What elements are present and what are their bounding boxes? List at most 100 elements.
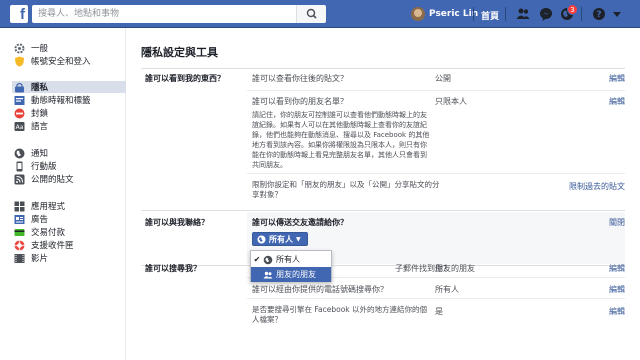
menu-item-label: 所有人 — [276, 255, 300, 264]
setting-question: 誰可以查看你往後的貼文？ — [252, 74, 348, 83]
shield-icon — [15, 56, 24, 66]
menu-item-friends-of-friends[interactable]: 朋友的朋友 — [251, 267, 331, 282]
globe-icon — [257, 235, 266, 243]
sidebar-item-label: 支援收件匣 — [31, 241, 74, 251]
setting-description: 請記住，你的朋友可控制誰可以查看他們動態時報上的友誼紀錄。如果有人可以在其他動態… — [252, 111, 430, 169]
sidebar-item-label: 通知 — [31, 149, 49, 159]
setting-value: 是 — [435, 307, 443, 316]
sidebar-item-mobile[interactable]: 行動版 — [14, 160, 126, 172]
sidebar-item-label: 帳號安全和登入 — [31, 57, 91, 67]
globe-icon — [14, 148, 25, 158]
sidebar-item-videos[interactable]: 影片 — [14, 252, 126, 264]
home-link[interactable]: 首頁 — [481, 9, 499, 22]
search-icon — [306, 8, 317, 19]
lock-icon — [15, 82, 24, 92]
divider — [141, 210, 625, 211]
sidebar-item-label: 公開的貼文 — [31, 175, 74, 185]
limit-past-posts-link[interactable]: 限制過去的貼文 — [569, 181, 625, 192]
gear-icon — [14, 43, 25, 53]
nav-divider — [581, 7, 582, 21]
messenger-icon[interactable] — [538, 6, 554, 22]
settings-dropdown-icon[interactable] — [612, 6, 622, 22]
setting-question: 限制你設定和「朋友的朋友」以及「公開」分享貼文的分享對象？ — [252, 180, 440, 199]
divider — [141, 265, 625, 266]
audience-dropdown-label: 所有人 — [269, 234, 293, 244]
globe-icon — [263, 255, 273, 264]
ads-icon — [14, 214, 25, 224]
mobile-icon — [16, 161, 23, 171]
divider — [247, 173, 625, 174]
edit-future-posts-link[interactable]: 編輯 — [609, 73, 625, 84]
edit-email-lookup-link[interactable]: 編輯 — [609, 263, 625, 274]
facebook-logo-icon[interactable]: f — [10, 5, 28, 23]
notification-badge: 3 — [567, 4, 578, 15]
language-icon: Aa — [14, 121, 25, 131]
nav-divider — [505, 7, 506, 21]
divider — [247, 90, 625, 91]
sidebar-item-label: 語言 — [31, 122, 49, 132]
settings-sidebar: 一般 帳號安全和登入 隱私 動態時報和標籤 封鎖 Aa 語言 通知 行動版 公開… — [0, 28, 126, 360]
setting-value: 朋友的朋友 — [435, 264, 475, 273]
profile-name-link[interactable]: Pseric Lin — [429, 9, 478, 19]
search-box — [32, 5, 296, 23]
nav-divider — [473, 7, 474, 21]
apps-icon — [14, 201, 25, 211]
setting-value: 所有人 — [435, 285, 459, 294]
search-button[interactable] — [296, 5, 326, 23]
sidebar-item-privacy[interactable]: 隱私 — [12, 81, 126, 93]
sidebar-item-label: 影片 — [31, 254, 49, 264]
sidebar-item-timeline[interactable]: 動態時報和標籤 — [14, 94, 126, 106]
close-setting-link[interactable]: 關閉 — [609, 217, 625, 228]
sidebar-item-support-inbox[interactable]: 支援收件匣 — [14, 239, 126, 251]
setting-value: 只限本人 — [435, 97, 467, 106]
sidebar-item-label: 隱私 — [31, 83, 49, 93]
menu-item-label: 朋友的朋友 — [276, 270, 316, 279]
setting-question: 誰可以經由你提供的電話號碼搜尋你？ — [252, 285, 388, 294]
setting-value: 公開 — [435, 74, 451, 83]
help-icon[interactable]: ? — [591, 6, 607, 22]
section-label-who-can-see: 誰可以看到我的東西？ — [145, 74, 225, 83]
block-icon — [14, 108, 25, 118]
avatar[interactable] — [411, 7, 425, 21]
setting-question: 是否要搜尋引擎在 Facebook 以外的地方連結你的個人檔案？ — [252, 305, 428, 324]
sidebar-item-public-posts[interactable]: 公開的貼文 — [14, 173, 126, 185]
sidebar-item-label: 廣告 — [31, 215, 49, 225]
privacy-settings-panel: 隱私設定與工具 誰可以看到我的東西？ 誰可以查看你往後的貼文？ 公開 編輯 誰可… — [127, 28, 640, 360]
checkmark-icon: ✔ — [253, 255, 261, 264]
divider — [247, 298, 625, 299]
setting-question: 誰可以看到你的朋友名單？ — [252, 97, 348, 106]
friends-icon — [263, 271, 273, 278]
section-label-who-can-contact: 誰可以與我聯絡？ — [145, 218, 209, 227]
section-label-who-can-search: 誰可以搜尋我？ — [145, 264, 201, 273]
chevron-down-icon: ▼ — [296, 235, 301, 243]
edit-search-engine-link[interactable]: 編輯 — [609, 306, 625, 317]
sidebar-item-label: 一般 — [31, 44, 49, 54]
sidebar-item-payments[interactable]: 交易付款 — [14, 226, 126, 238]
sidebar-item-label: 行動版 — [31, 162, 57, 172]
menu-item-everyone[interactable]: ✔ 所有人 — [251, 252, 331, 267]
audience-dropdown-button[interactable]: 所有人 ▼ — [252, 232, 308, 246]
sidebar-item-security[interactable]: 帳號安全和登入 — [14, 55, 126, 67]
friend-requests-icon[interactable] — [515, 6, 531, 22]
sidebar-item-ads[interactable]: 廣告 — [14, 213, 126, 225]
top-navigation-bar: f Pseric Lin 首頁 3 ? — [0, 0, 640, 28]
sidebar-item-language[interactable]: Aa 語言 — [14, 120, 126, 132]
search-input[interactable] — [32, 5, 296, 23]
setting-question: 誰可以傳送交友邀請給你？ — [252, 218, 348, 227]
sidebar-item-general[interactable]: 一般 — [14, 42, 126, 54]
divider — [141, 68, 625, 69]
page-title: 隱私設定與工具 — [141, 46, 218, 59]
timeline-icon — [14, 95, 25, 105]
sidebar-item-label: 交易付款 — [31, 228, 66, 238]
edit-phone-lookup-link[interactable]: 編輯 — [609, 284, 625, 295]
rss-icon — [14, 174, 25, 184]
audience-dropdown-menu: ✔ 所有人 朋友的朋友 — [250, 250, 332, 282]
sidebar-item-label: 應用程式 — [31, 202, 66, 212]
payments-icon — [14, 228, 25, 236]
sidebar-item-blocking[interactable]: 封鎖 — [14, 107, 126, 119]
sidebar-item-label: 動態時報和標籤 — [31, 96, 91, 106]
sidebar-item-apps[interactable]: 應用程式 — [14, 200, 126, 212]
edit-friends-list-link[interactable]: 編輯 — [609, 96, 625, 107]
sidebar-item-notifications[interactable]: 通知 — [14, 147, 126, 159]
sidebar-item-label: 封鎖 — [31, 109, 49, 119]
